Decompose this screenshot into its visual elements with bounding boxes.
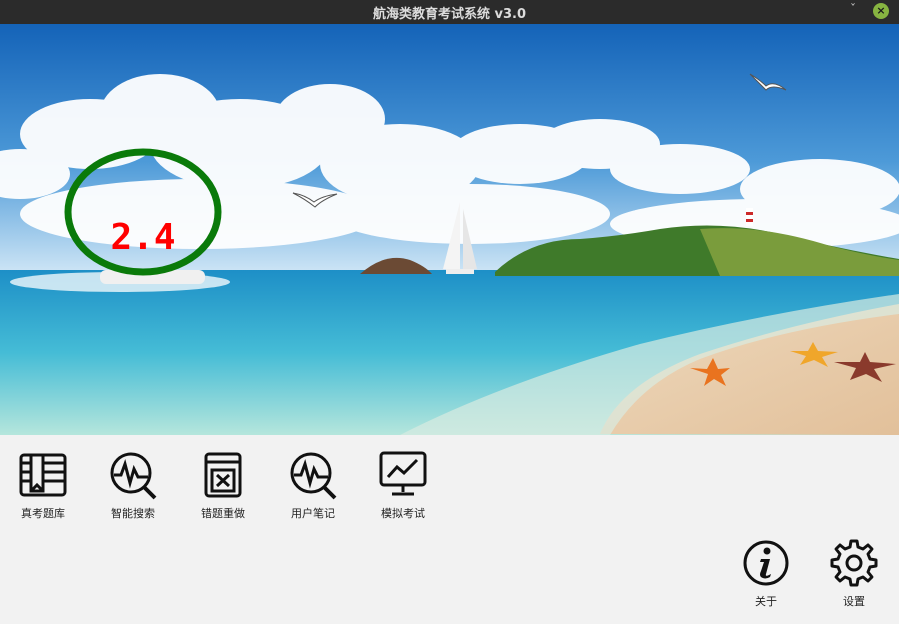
wrong-questions-button[interactable]: 错题重做: [188, 449, 258, 521]
gear-icon: [830, 539, 878, 587]
monitor-chart-icon: [379, 451, 427, 496]
about-label: 关于: [755, 595, 777, 608]
notes-search-icon: [290, 452, 337, 500]
banner-image: 2.4: [0, 24, 899, 435]
version-badge: 2.4: [110, 217, 176, 258]
window-title: 航海类教育考试系统 v3.0: [372, 7, 527, 22]
minimize-button[interactable]: ˇ: [845, 2, 861, 20]
question-bank-label: 真考题库: [21, 507, 65, 520]
wrong-questions-label: 错题重做: [201, 507, 245, 520]
settings-label: 设置: [843, 595, 865, 608]
settings-button[interactable]: 设置: [819, 537, 889, 609]
book-icon: [19, 453, 67, 497]
user-notes-label: 用户笔记: [291, 507, 335, 520]
info-icon: [743, 540, 789, 586]
mock-exam-label: 模拟考试: [381, 507, 425, 520]
close-button[interactable]: ×: [873, 3, 889, 19]
smart-search-label: 智能搜索: [111, 507, 155, 520]
about-button[interactable]: 关于: [731, 537, 801, 609]
question-bank-button[interactable]: 真考题库: [8, 449, 78, 521]
user-notes-button[interactable]: 用户笔记: [278, 449, 348, 521]
smart-search-button[interactable]: 智能搜索: [98, 449, 168, 521]
wrong-questions-icon: [204, 452, 242, 498]
title-bar: 航海类教育考试系统 v3.0 ˇ ×: [0, 0, 899, 24]
mock-exam-button[interactable]: 模拟考试: [368, 449, 438, 521]
search-chart-icon: [110, 452, 157, 500]
